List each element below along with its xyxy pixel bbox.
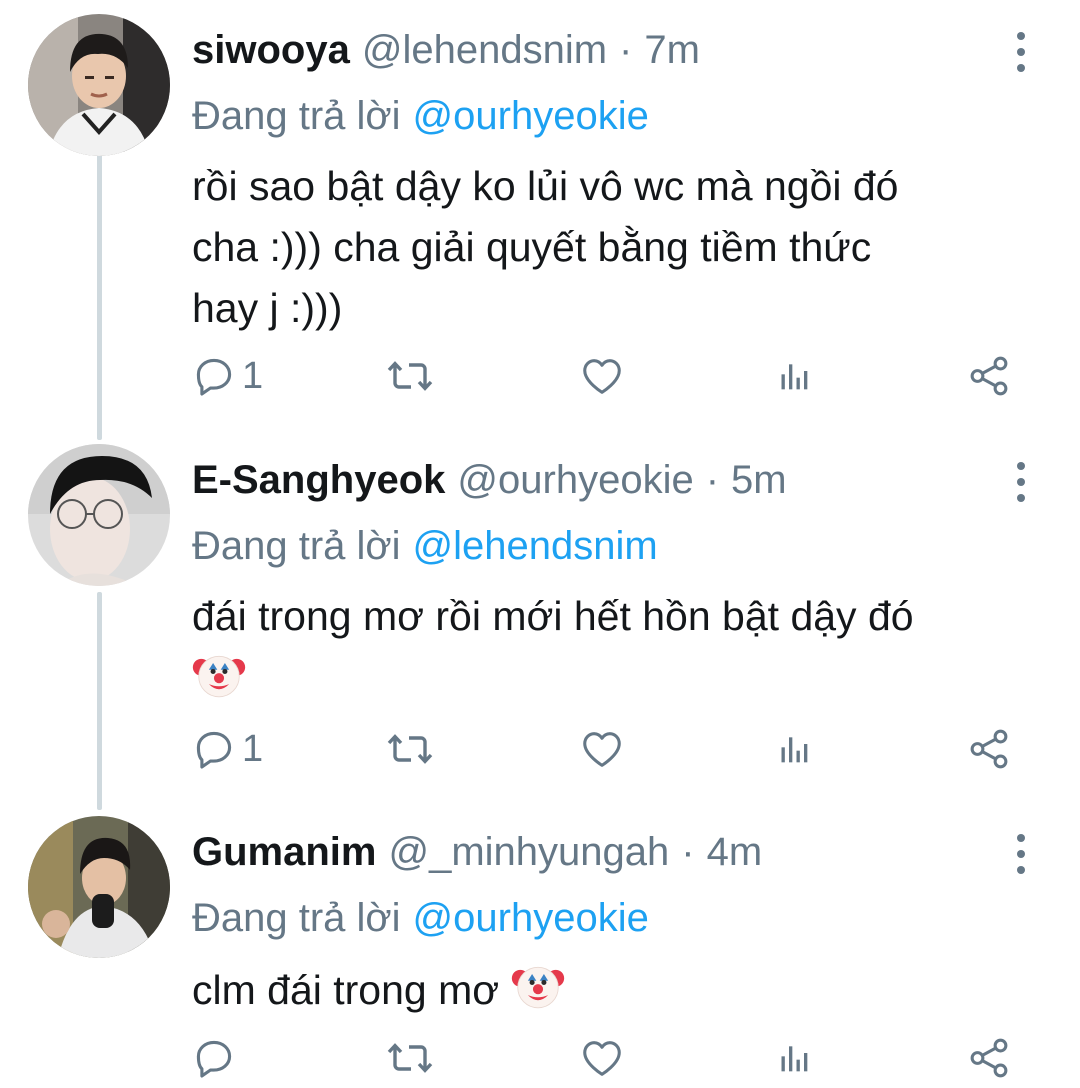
reply-icon (192, 1036, 236, 1080)
analytics-icon (774, 356, 814, 396)
analytics-icon (774, 729, 814, 769)
clown-emoji-icon (192, 647, 246, 701)
retweet-icon (386, 352, 434, 400)
reply-button[interactable] (192, 1028, 242, 1088)
tweet-header: Gumanim @_minhyungah · 4m (192, 824, 762, 880)
tweet-text-line: cha :))) cha giải quyết bằng tiềm thức (192, 224, 872, 270)
separator: · (619, 28, 633, 72)
display-name[interactable]: siwooya (192, 22, 350, 78)
clown-emoji-icon (511, 958, 565, 1012)
share-icon (966, 1035, 1012, 1081)
mention-link[interactable]: @ourhyeokie (413, 896, 649, 940)
replying-to: Đang trả lời @ourhyeokie (192, 890, 649, 946)
replying-prefix: Đang trả lời (192, 94, 401, 138)
display-name[interactable]: E-Sanghyeok (192, 452, 445, 508)
tweet-text: clm đái trong mơ (192, 958, 1062, 1021)
avatar[interactable] (28, 444, 170, 586)
reply-button[interactable]: 1 (192, 719, 263, 779)
analytics-icon (774, 1038, 814, 1078)
mention-link[interactable]: @ourhyeokie (413, 94, 649, 138)
retweet-button[interactable] (386, 1028, 434, 1088)
like-button[interactable] (579, 1028, 625, 1088)
tweet-text-line: clm đái trong mơ (192, 967, 500, 1013)
share-icon (966, 726, 1012, 772)
mention-link[interactable]: @lehendsnim (413, 524, 658, 568)
tweet[interactable]: siwooya @lehendsnim · 7m Đang trả lời @ou… (0, 14, 1080, 424)
analytics-button[interactable] (774, 1028, 814, 1088)
timestamp[interactable]: 5m (731, 452, 787, 508)
display-name[interactable]: Gumanim (192, 824, 376, 880)
username[interactable]: @_minhyungah (388, 824, 669, 880)
retweet-icon (386, 1034, 434, 1082)
share-button[interactable] (966, 719, 1012, 779)
tweet-actions: 1 (0, 719, 1080, 779)
timestamp[interactable]: 7m (644, 22, 700, 78)
replying-prefix: Đang trả lời (192, 896, 401, 940)
tweet-header: E-Sanghyeok @ourhyeokie · 5m (192, 452, 787, 508)
retweet-button[interactable] (386, 719, 434, 779)
like-button[interactable] (579, 346, 625, 406)
reply-count: 1 (242, 354, 264, 397)
tweet[interactable]: E-Sanghyeok @ourhyeokie · 5m Đang trả lờ… (0, 444, 1080, 804)
like-button[interactable] (579, 719, 625, 779)
share-icon (966, 353, 1012, 399)
tweet-text-line: rồi sao bật dậy ko lủi vô wc mà ngồi đó (192, 163, 899, 209)
share-button[interactable] (966, 346, 1012, 406)
replying-to: Đang trả lời @lehendsnim (192, 518, 658, 574)
more-icon[interactable] (1006, 458, 1036, 506)
analytics-button[interactable] (774, 346, 814, 406)
more-icon[interactable] (1006, 28, 1036, 76)
username[interactable]: @ourhyeokie (457, 452, 693, 508)
tweet-header: siwooya @lehendsnim · 7m (192, 22, 700, 78)
separator: · (705, 458, 720, 502)
reply-icon (192, 354, 236, 398)
tweet-text-line: đái trong mơ rồi mới hết hồn bật dậy đó (192, 593, 914, 639)
timestamp[interactable]: 4m (707, 824, 763, 880)
tweet-text: đái trong mơ rồi mới hết hồn bật dậy đó (192, 586, 1062, 710)
tweet-actions (0, 1028, 1080, 1088)
reply-count: 1 (242, 727, 264, 770)
tweet-text-line: hay j :))) (192, 285, 343, 331)
separator: · (681, 830, 695, 874)
more-icon[interactable] (1006, 830, 1036, 878)
tweet-actions: 1 (0, 346, 1080, 406)
reply-icon (192, 727, 236, 771)
like-icon (579, 726, 625, 772)
like-icon (579, 353, 625, 399)
tweet[interactable]: Gumanim @_minhyungah · 4m Đang trả lời @o… (0, 816, 1080, 1084)
avatar[interactable] (28, 816, 170, 958)
replying-prefix: Đang trả lời (192, 524, 401, 568)
analytics-button[interactable] (774, 719, 814, 779)
retweet-icon (386, 725, 434, 773)
like-icon (579, 1035, 625, 1081)
replying-to: Đang trả lời @ourhyeokie (192, 88, 649, 144)
retweet-button[interactable] (386, 346, 434, 406)
share-button[interactable] (966, 1028, 1012, 1088)
tweet-text: rồi sao bật dậy ko lủi vô wc mà ngồi đó … (192, 156, 1062, 339)
avatar[interactable] (28, 14, 170, 156)
username[interactable]: @lehendsnim (362, 22, 607, 78)
reply-button[interactable]: 1 (192, 346, 263, 406)
